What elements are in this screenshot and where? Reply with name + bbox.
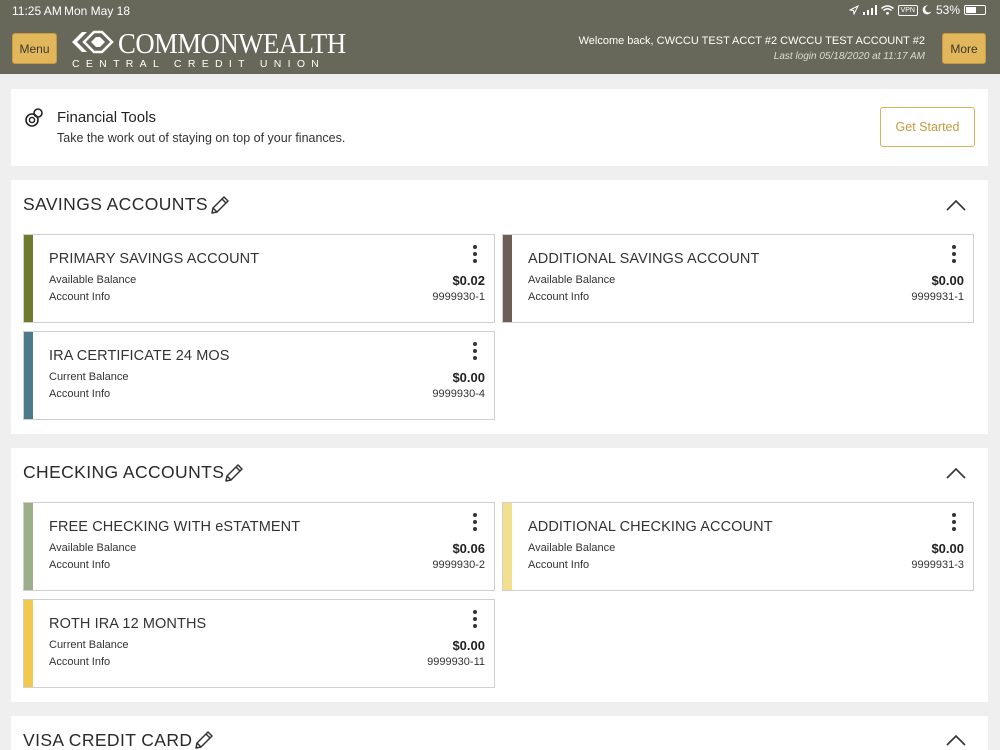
account-info-link[interactable]: Account Info [49,388,110,400]
kebab-menu-icon[interactable] [471,513,479,533]
account-balance: $0.00 [452,370,485,385]
financial-tools-title: Financial Tools [57,109,156,126]
savings-accounts-panel: SAVINGS ACCOUNTS PRIMARY SAVINGS ACCOUNT… [11,180,988,434]
logo-name: COMMONWEALTH [118,28,346,60]
kebab-menu-icon[interactable] [950,245,958,265]
collapse-chevron-icon[interactable] [945,198,967,217]
account-number: 9999930-1 [432,291,485,303]
edit-pencil-icon[interactable] [223,462,245,489]
account-info-link[interactable]: Account Info [528,291,589,303]
kebab-menu-icon[interactable] [471,245,479,265]
account-info-link[interactable]: Account Info [528,559,589,571]
account-number: 9999931-1 [911,291,964,303]
account-card[interactable]: FREE CHECKING WITH eSTATMENT Available B… [23,502,495,591]
logo-mark-icon [72,30,114,54]
account-name: ADDITIONAL SAVINGS ACCOUNT [528,251,760,267]
account-number: 9999930-4 [432,388,485,400]
balance-label: Current Balance [49,371,129,383]
last-login: Last login 05/18/2020 at 11:17 AM [773,51,925,62]
balance-label: Available Balance [49,542,137,554]
account-balance: $0.02 [452,273,485,288]
status-bar: 11:25 AM Mon May 18 VPN 53% [0,0,1000,22]
battery-icon [964,5,986,15]
kebab-menu-icon[interactable] [471,610,479,630]
vpn-icon: VPN [897,4,918,16]
account-color-bar [24,600,33,687]
checking-accounts-panel: CHECKING ACCOUNTS FREE CHECKING WITH eST… [11,448,988,702]
account-color-bar [24,503,33,590]
account-name: ROTH IRA 12 MONTHS [49,616,207,632]
get-started-button[interactable]: Get Started [880,107,975,147]
logo-subtitle: CENTRAL CREDIT UNION [72,58,326,70]
account-info-link[interactable]: Account Info [49,559,110,571]
account-number: 9999930-2 [432,559,485,571]
account-name: PRIMARY SAVINGS ACCOUNT [49,251,260,267]
account-info-link[interactable]: Account Info [49,291,110,303]
account-color-bar [503,503,512,590]
account-balance: $0.00 [931,273,964,288]
collapse-chevron-icon[interactable] [945,466,967,485]
account-card[interactable]: ROTH IRA 12 MONTHS Current Balance Accou… [23,599,495,688]
status-icons: VPN 53% [848,3,986,17]
welcome-message: Welcome back, CWCCU TEST ACCT #2 CWCCU T… [578,35,925,47]
account-color-bar [24,235,33,322]
menu-button[interactable]: Menu [12,33,57,64]
account-name: IRA CERTIFICATE 24 MOS [49,348,230,364]
collapse-chevron-icon[interactable] [945,733,967,750]
account-card[interactable]: PRIMARY SAVINGS ACCOUNT Available Balanc… [23,234,495,323]
status-time: 11:25 AM [12,4,62,18]
app-header: 11:25 AM Mon May 18 VPN 53% Menu COMMONW… [0,0,1000,74]
checking-section-title: CHECKING ACCOUNTS [23,462,225,482]
account-color-bar [503,235,512,322]
account-balance: $0.06 [452,541,485,556]
moon-icon [922,5,932,15]
visa-credit-card-panel: VISA CREDIT CARD [11,716,988,750]
edit-pencil-icon[interactable] [209,194,231,221]
wifi-icon [880,5,894,15]
signal-icon [862,5,877,15]
status-date: Mon May 18 [64,4,131,18]
visa-section-title: VISA CREDIT CARD [23,730,193,750]
account-number: 9999930-11 [427,656,485,668]
account-info-link[interactable]: Account Info [49,656,110,668]
balance-label: Available Balance [528,274,616,286]
account-card[interactable]: ADDITIONAL SAVINGS ACCOUNT Available Bal… [502,234,974,323]
account-name: FREE CHECKING WITH eSTATMENT [49,519,301,535]
coins-icon [24,108,44,133]
balance-label: Available Balance [528,542,616,554]
savings-section-title: SAVINGS ACCOUNTS [23,194,208,214]
account-number: 9999931-3 [911,559,964,571]
balance-label: Available Balance [49,274,137,286]
edit-pencil-icon[interactable] [193,729,215,750]
account-color-bar [24,332,33,419]
financial-tools-description: Take the work out of staying on top of y… [57,131,346,145]
account-balance: $0.00 [452,638,485,653]
balance-label: Current Balance [49,639,129,651]
location-icon [848,5,859,15]
financial-tools-panel: Financial Tools Take the work out of sta… [11,89,988,166]
more-button[interactable]: More [942,33,986,64]
kebab-menu-icon[interactable] [950,513,958,533]
battery-percent: 53% [935,3,960,17]
commonwealth-logo[interactable]: COMMONWEALTH CENTRAL CREDIT UNION [70,28,346,72]
account-name: ADDITIONAL CHECKING ACCOUNT [528,519,773,535]
account-card[interactable]: ADDITIONAL CHECKING ACCOUNT Available Ba… [502,502,974,591]
account-card[interactable]: IRA CERTIFICATE 24 MOS Current Balance A… [23,331,495,420]
account-balance: $0.00 [931,541,964,556]
kebab-menu-icon[interactable] [471,342,479,362]
